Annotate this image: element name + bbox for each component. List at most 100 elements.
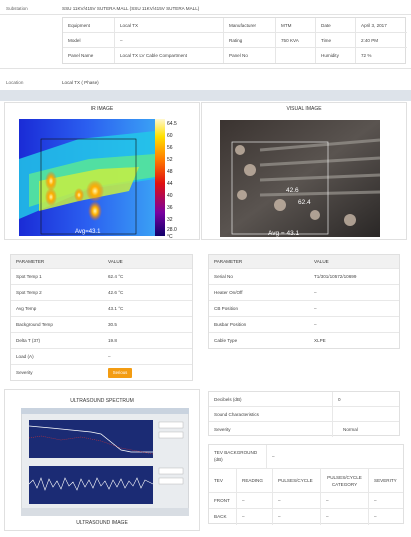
decibel-table: Decibels (dB) 0 Sound Characteristics Se… bbox=[208, 391, 401, 437]
param-name: Busbar Position bbox=[214, 322, 247, 327]
ultrasound-caption: ULTRASOUND IMAGE bbox=[76, 520, 128, 526]
severity-badge: Serious bbox=[108, 368, 132, 378]
info-value: Local TX bbox=[115, 18, 224, 33]
table-row: Heater On/Off – bbox=[209, 285, 399, 301]
scale-tick: 64.5 bbox=[167, 121, 177, 127]
table-row: BACK – – – – bbox=[209, 509, 403, 525]
table-row: Severity Normal bbox=[209, 422, 399, 437]
substation-value: SSU 11KV/415V SUTERA MALL (SSU 11KV/415V… bbox=[62, 6, 200, 11]
param-name: Serial No bbox=[214, 274, 233, 279]
column-header: PULSES/CYCLE bbox=[273, 469, 321, 492]
table-row: Busbar Position – bbox=[209, 317, 399, 333]
table-row: Spot Temp 2 42.6 °C bbox=[11, 285, 192, 301]
param-value: XLPE bbox=[314, 338, 326, 343]
tev-cell: – bbox=[273, 493, 321, 508]
substation-label: Substation bbox=[6, 6, 28, 11]
spot1-label: 42.6 bbox=[286, 187, 299, 194]
param-value: 42.6 °C bbox=[108, 290, 124, 295]
param-value bbox=[333, 407, 401, 421]
visual-avg-label: Avg = 43.1 bbox=[268, 230, 300, 237]
param-name: Background Temp bbox=[16, 322, 53, 327]
location-label: Location bbox=[6, 80, 24, 85]
info-value bbox=[276, 48, 316, 63]
column-header: PARAMETER bbox=[214, 259, 243, 264]
equipment-info-grid: Equipment Local TX Manufacturer MTM Date… bbox=[62, 17, 407, 64]
visual-parameter-table: PARAMETER VALUE Serial No T1/301/10572/1… bbox=[208, 254, 400, 349]
visual-photo: 42.6 62.4 Avg = 43.1 bbox=[220, 120, 380, 237]
table-row: Cable Type XLPE bbox=[209, 333, 399, 349]
divider bbox=[0, 68, 411, 69]
column-header: READING bbox=[237, 469, 273, 492]
ir-image-panel: IR IMAGE Avg=43.1 64.5 60 56 52 48 44 40… bbox=[4, 102, 200, 240]
ir-scale-ticks: 64.5 60 56 52 48 44 40 36 32 28.0 °C bbox=[167, 121, 177, 239]
tev-cell: FRONT bbox=[209, 493, 237, 508]
param-value: 62.4 °C bbox=[108, 274, 124, 279]
column-header: VALUE bbox=[314, 259, 329, 264]
info-value: 72 % bbox=[361, 53, 372, 58]
tev-background-label: TEV BACKGROUND (dB) bbox=[209, 445, 267, 468]
info-key: Equipment bbox=[63, 18, 115, 33]
scale-tick: 44 bbox=[167, 181, 173, 187]
ultrasound-spectrum-image bbox=[21, 408, 189, 516]
info-value: MTM bbox=[276, 18, 316, 33]
table-row: Background Temp 30.5 bbox=[11, 317, 192, 333]
column-header: PULSES/CYCLE CATEGORY bbox=[321, 469, 369, 492]
scale-tick: 40 bbox=[167, 193, 173, 199]
location-value: Local TX ( Phase) bbox=[62, 80, 99, 85]
section-band bbox=[0, 90, 411, 101]
info-key: Panel No bbox=[224, 48, 276, 63]
scale-tick: 32 bbox=[167, 217, 173, 223]
param-name: Load (A) bbox=[16, 354, 34, 359]
param-value: – bbox=[314, 306, 317, 311]
info-value: 2:40 PM bbox=[356, 33, 407, 48]
param-name: Severity bbox=[209, 422, 333, 437]
info-value: – bbox=[115, 33, 224, 48]
info-key: Humidity bbox=[316, 48, 356, 63]
table-header: PARAMETER VALUE bbox=[11, 255, 192, 269]
info-value: Local TX LV Cable Compartment bbox=[115, 48, 224, 63]
param-name: Delta T (37) bbox=[16, 338, 41, 343]
tev-cell: BACK bbox=[209, 509, 237, 525]
param-value: T1/301/10572/10699 bbox=[314, 274, 357, 279]
param-value: 43.1 °C bbox=[108, 306, 124, 311]
ultrasound-title: ULTRASOUND SPECTRUM bbox=[70, 398, 134, 404]
ultrasound-panel: ULTRASOUND SPECTRUM ULTRASOUND IMAGE bbox=[4, 389, 200, 531]
info-key: Rating bbox=[224, 33, 276, 48]
param-name: Decibels (dB) bbox=[209, 392, 333, 406]
thermal-image: Avg=43.1 64.5 60 56 52 48 44 40 36 32 28… bbox=[19, 119, 177, 239]
param-name: Spot Temp 2 bbox=[16, 290, 42, 295]
scale-tick: 28.0 bbox=[167, 227, 177, 233]
visual-image-title: VISUAL IMAGE bbox=[286, 106, 322, 112]
param-name: Spot Temp 1 bbox=[16, 274, 42, 279]
table-row: Severity Serious bbox=[11, 365, 192, 381]
param-name: Heater On/Off bbox=[214, 290, 243, 295]
tev-cell: – bbox=[321, 509, 369, 525]
param-value: 19.8 bbox=[108, 338, 117, 343]
param-value: Normal bbox=[343, 427, 358, 432]
ir-avg-label: Avg=43.1 bbox=[75, 229, 101, 235]
scale-tick: 36 bbox=[167, 205, 173, 211]
param-value: 0 bbox=[338, 397, 341, 402]
param-value: 30.5 bbox=[108, 322, 117, 327]
table-header: PARAMETER VALUE bbox=[209, 255, 399, 269]
tev-cell: – bbox=[237, 493, 273, 508]
column-header: VALUE bbox=[108, 259, 123, 264]
tev-background-value: – bbox=[272, 454, 275, 459]
report-page: Substation SSU 11KV/415V SUTERA MALL (SS… bbox=[0, 0, 411, 537]
table-row: CB Position – bbox=[209, 301, 399, 317]
param-value: – bbox=[314, 322, 317, 327]
table-row: Serial No T1/301/10572/10699 bbox=[209, 269, 399, 285]
param-name: Avg Temp bbox=[16, 306, 37, 311]
param-value: – bbox=[314, 290, 317, 295]
info-key: Time bbox=[316, 33, 356, 48]
tev-cell: – bbox=[273, 509, 321, 525]
column-header: PARAMETER bbox=[16, 259, 45, 264]
ir-parameter-table: PARAMETER VALUE Spot Temp 1 62.4 °C Spot… bbox=[10, 254, 193, 381]
tev-background-row: TEV BACKGROUND (dB) – bbox=[209, 445, 403, 469]
column-header: SEVERITY bbox=[374, 478, 397, 483]
table-row: FRONT – – – – bbox=[209, 493, 403, 509]
visual-image-panel: VISUAL IMAGE 42.6 62.4 Avg = 43.1 bbox=[201, 102, 407, 240]
table-row: Decibels (dB) 0 bbox=[209, 392, 399, 407]
scale-tick: 52 bbox=[167, 157, 173, 163]
table-row: Delta T (37) 19.8 bbox=[11, 333, 192, 349]
